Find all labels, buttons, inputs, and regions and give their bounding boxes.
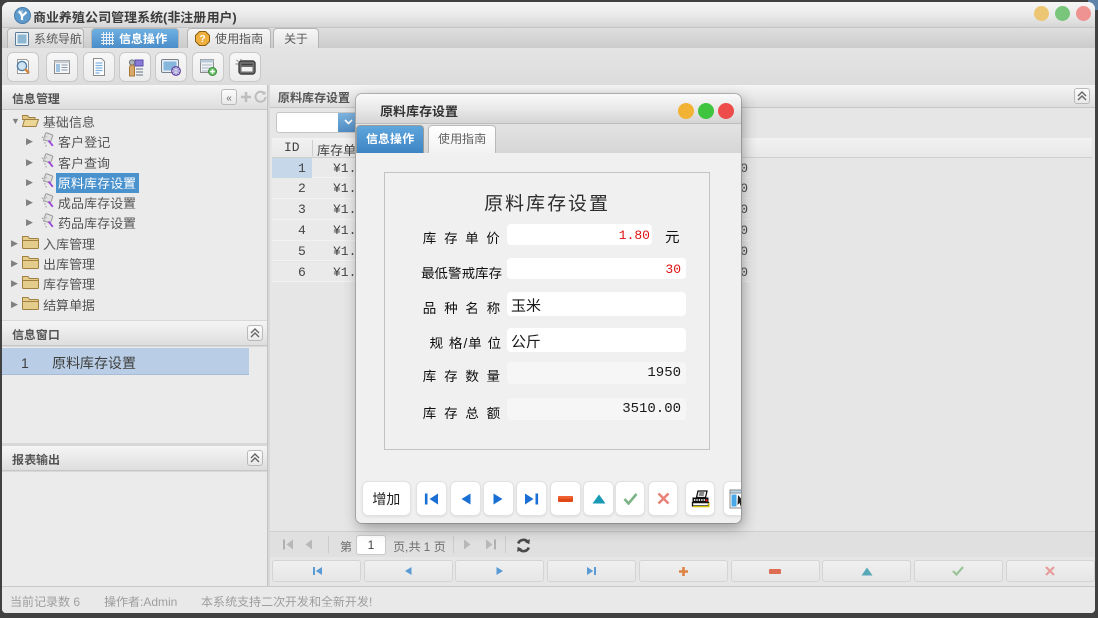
svg-text:?: ?: [199, 34, 205, 45]
